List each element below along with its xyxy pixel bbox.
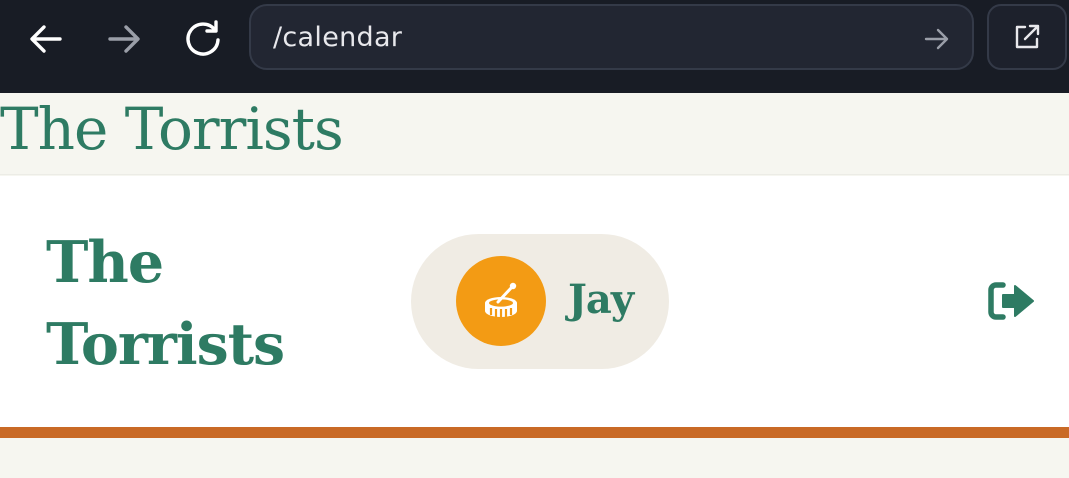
arrow-right-icon	[924, 28, 949, 50]
external-link-icon	[1015, 24, 1040, 49]
browser-toolbar: /calendar	[0, 0, 1069, 93]
user-name: Jay	[568, 276, 634, 323]
brand-line-1: The	[46, 229, 164, 296]
avatar	[456, 256, 546, 346]
arrow-right-icon	[108, 25, 140, 53]
reload-button[interactable]	[178, 14, 228, 64]
drum-icon	[485, 282, 517, 317]
brand-line-2: Torrists	[46, 311, 285, 378]
header-accent-rule	[0, 427, 1069, 438]
forward-button[interactable]	[99, 14, 149, 64]
go-button[interactable]	[922, 24, 952, 54]
url-input[interactable]: /calendar	[249, 4, 974, 70]
logout-button[interactable]	[985, 278, 1039, 324]
back-button[interactable]	[21, 14, 71, 64]
arrow-left-icon	[30, 25, 62, 53]
brand-logo-text[interactable]: The Torrists	[46, 222, 346, 386]
reload-icon	[186, 20, 220, 56]
url-text[interactable]: /calendar	[273, 22, 402, 53]
site-title: The Torrists	[0, 95, 344, 163]
open-external-button[interactable]	[987, 4, 1067, 70]
page-content	[0, 438, 1069, 478]
user-menu-button[interactable]: Jay	[411, 234, 669, 369]
sign-out-icon	[988, 282, 1034, 320]
